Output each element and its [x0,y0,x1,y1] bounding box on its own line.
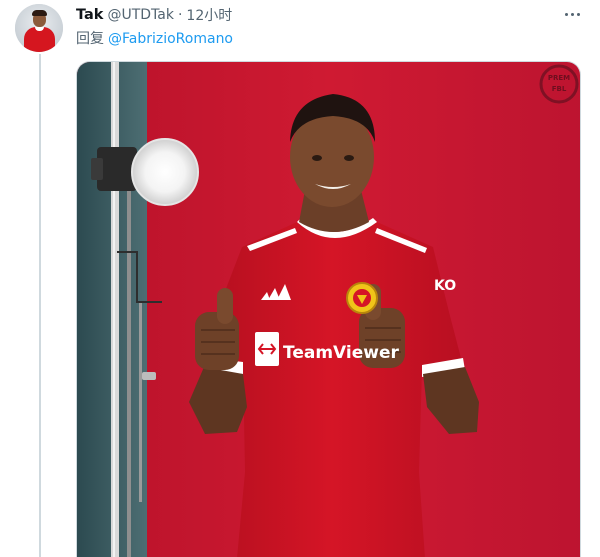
header-separator: · [177,7,183,23]
teamviewer-logo-icon [255,332,279,366]
tweet-media-photo[interactable]: PREM FBL TeamViewer KO [76,61,581,557]
author-avatar[interactable] [15,4,63,52]
thread-connector-line [39,54,41,557]
svg-text:PREM: PREM [548,74,570,82]
tweet-timestamp[interactable]: 12小时 [186,5,232,25]
reply-mention-link[interactable]: @FabrizioRomano [108,31,233,47]
reply-context: 回复 @FabrizioRomano [76,28,233,48]
more-options-icon[interactable] [560,4,584,24]
svg-text:FBL: FBL [552,85,567,93]
tweet-header: Tak @UTDTak · 12小时 [76,5,232,25]
author-handle[interactable]: @UTDTak [107,7,174,23]
sleeve-sponsor-text: KO [434,278,456,294]
club-crest-icon [346,282,378,314]
author-name[interactable]: Tak [76,7,103,23]
reply-prefix: 回复 [76,31,104,47]
shirt-sponsor-text: TeamViewer [283,343,400,363]
